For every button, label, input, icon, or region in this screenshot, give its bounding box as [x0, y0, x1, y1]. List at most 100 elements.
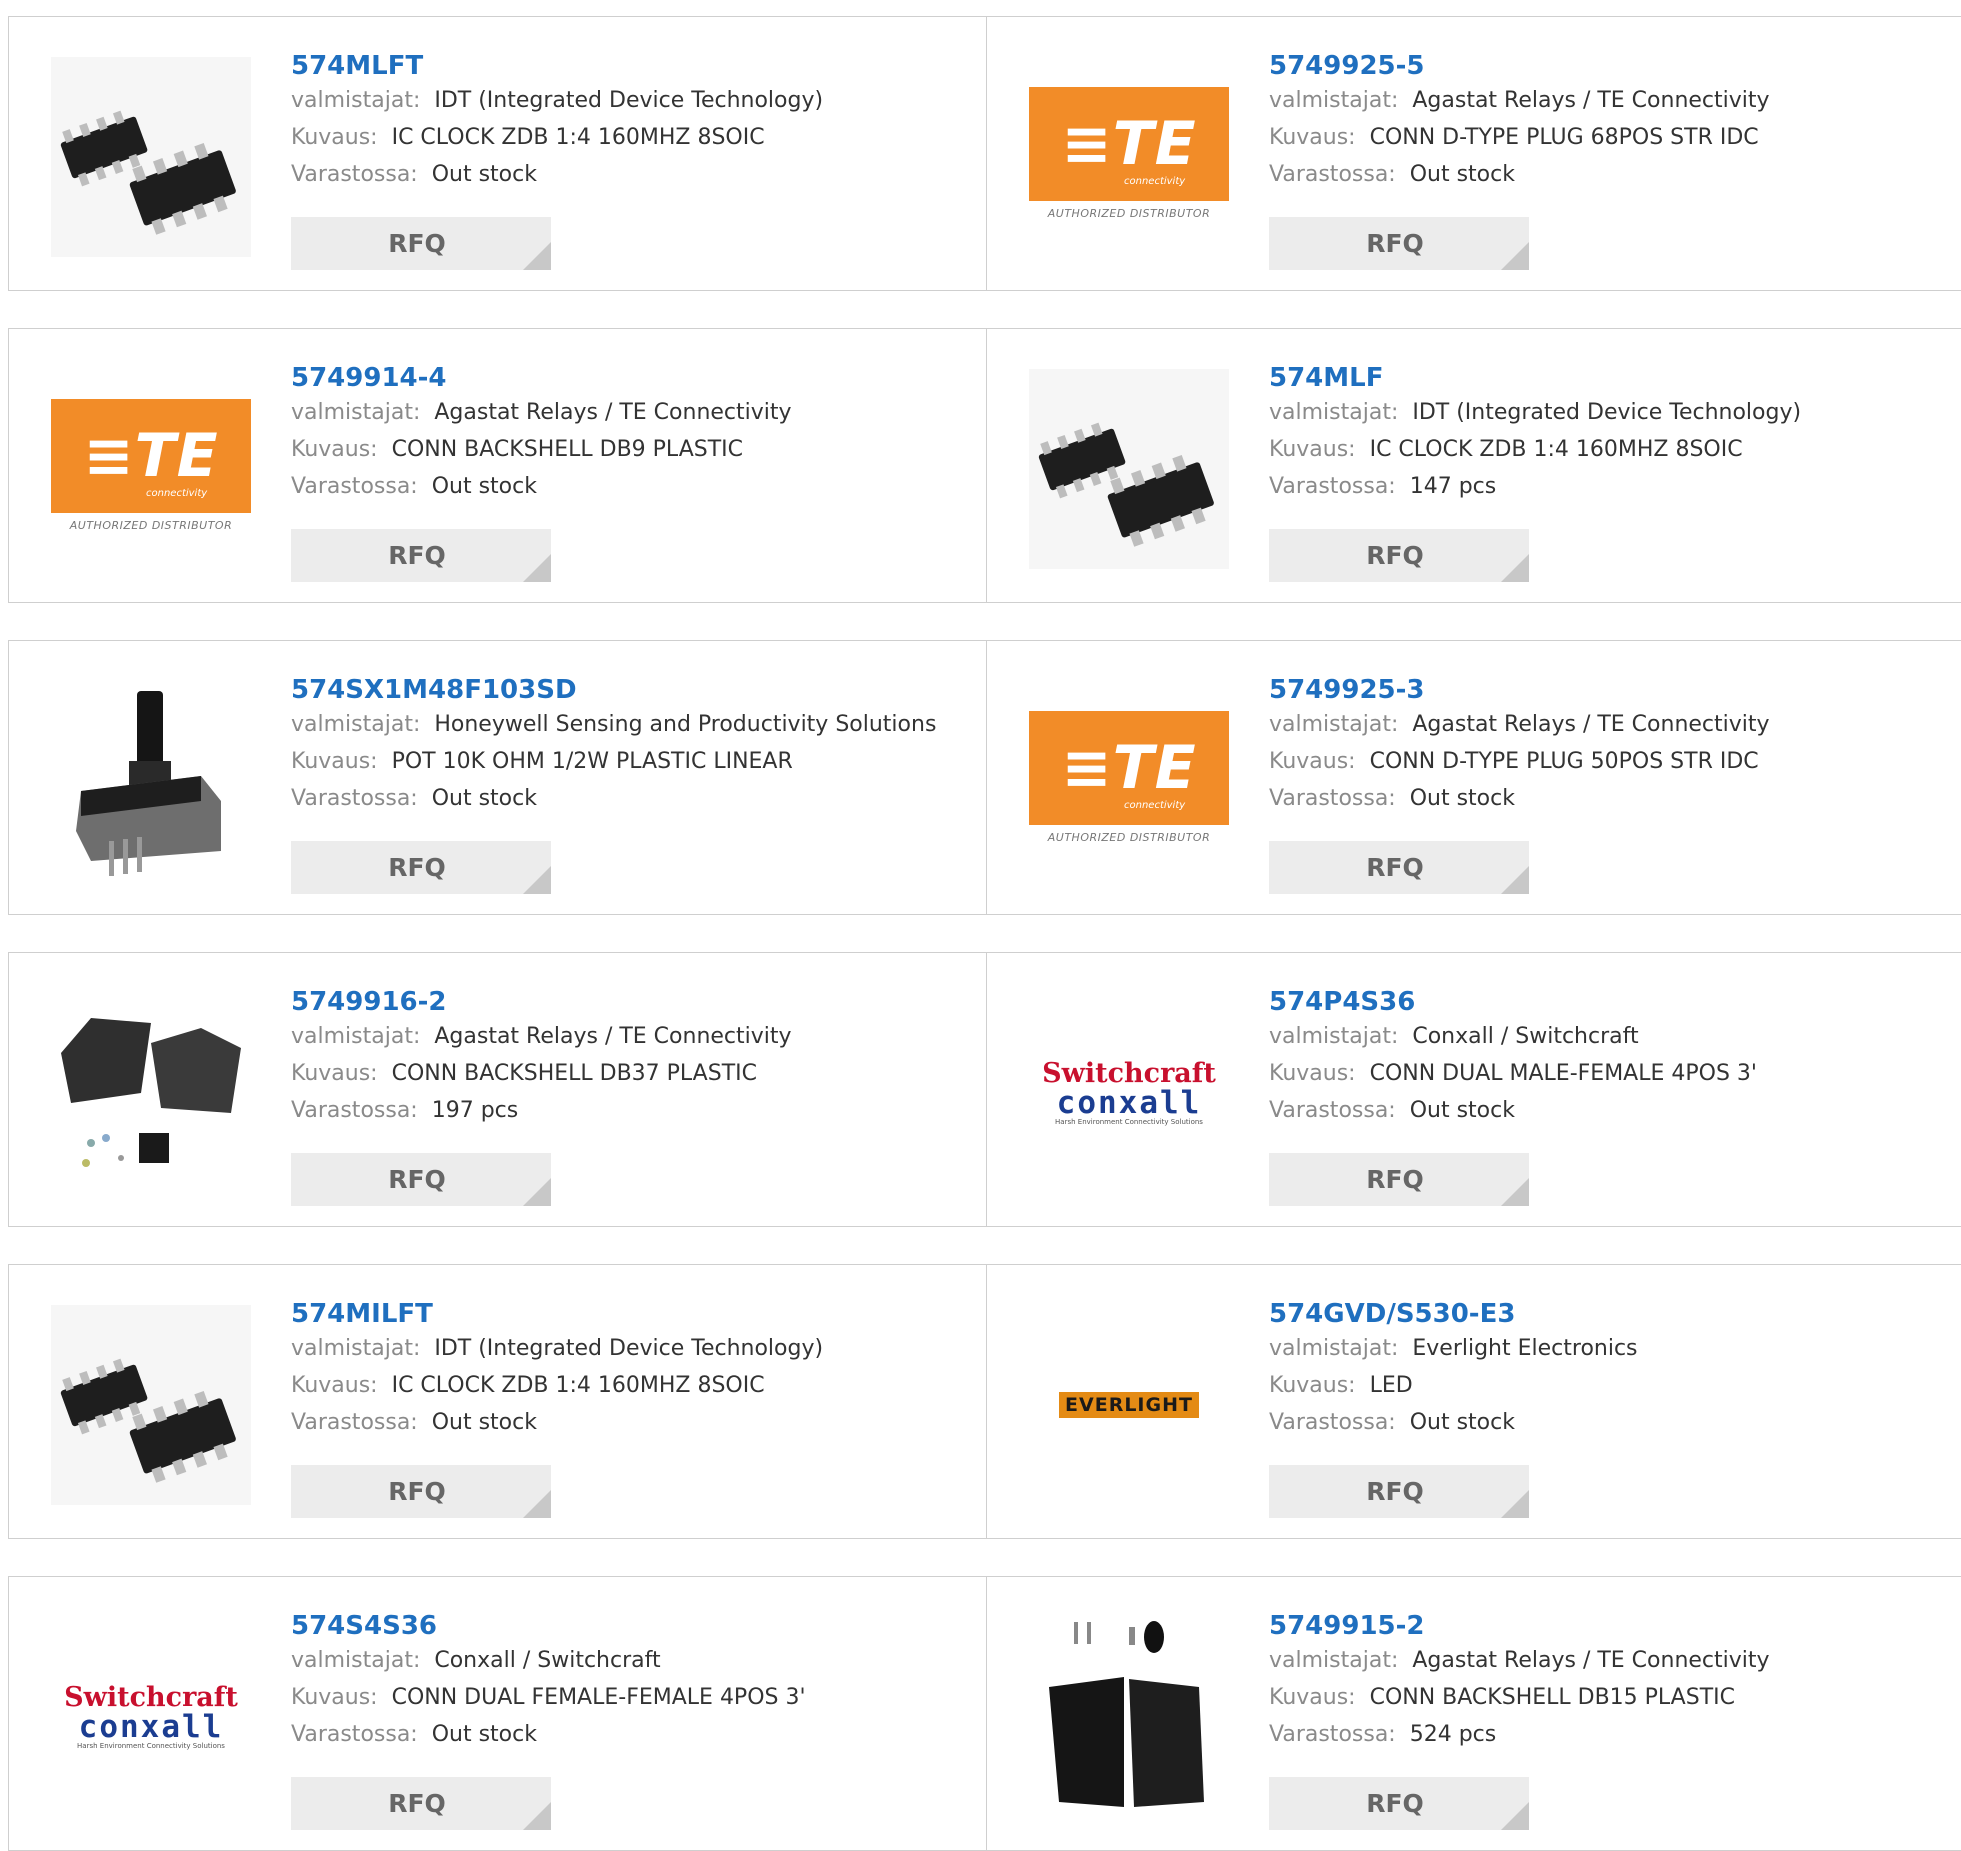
rfq-label: RFQ — [388, 1477, 446, 1506]
rfq-button[interactable]: RFQ — [1269, 1777, 1529, 1830]
corner-triangle-icon — [1501, 554, 1529, 582]
product-image[interactable]: EVERLIGHT — [1029, 1305, 1229, 1505]
stock-line: Varastossa: 197 pcs — [291, 1092, 976, 1129]
corner-triangle-icon — [1501, 1802, 1529, 1830]
product-row: 574MLFT valmistajat: IDT (Integrated Devi… — [8, 16, 1961, 291]
rfq-label: RFQ — [1366, 853, 1424, 882]
product-row: 574MILFT valmistajat: IDT (Integrated Dev… — [8, 1264, 1961, 1539]
manufacturer-value: Agastat Relays / TE Connectivity — [1412, 712, 1770, 737]
soic-chip-icon — [51, 1305, 251, 1505]
manufacturer-label: valmistajat: — [1269, 1648, 1399, 1673]
rfq-button[interactable]: RFQ — [1269, 529, 1529, 582]
product-image[interactable] — [1029, 369, 1229, 569]
manufacturer-line: valmistajat: Agastat Relays / TE Connecti… — [291, 394, 976, 431]
corner-triangle-icon — [523, 866, 551, 894]
manufacturer-label: valmistajat: — [291, 400, 421, 425]
product-info: 574MLFT valmistajat: IDT (Integrated Devi… — [291, 47, 976, 193]
stock-label: Varastossa: — [1269, 162, 1396, 187]
stock-line: Varastossa: Out stock — [291, 780, 976, 817]
part-number-link[interactable]: 5749914-4 — [291, 362, 447, 394]
manufacturer-line: valmistajat: IDT (Integrated Device Techn… — [291, 82, 976, 119]
soic-chip-icon — [1029, 369, 1229, 569]
rfq-button[interactable]: RFQ — [1269, 841, 1529, 894]
part-number-link[interactable]: 574GVD/S530-E3 — [1269, 1298, 1515, 1330]
description-value: CONN D-TYPE PLUG 68POS STR IDC — [1369, 125, 1759, 150]
manufacturer-value: Agastat Relays / TE Connectivity — [1412, 1648, 1770, 1673]
part-number-link[interactable]: 5749925-3 — [1269, 674, 1425, 706]
manufacturer-line: valmistajat: Conxall / Switchcraft — [291, 1642, 976, 1679]
description-line: Kuvaus: IC CLOCK ZDB 1:4 160MHZ 8SOIC — [291, 1367, 976, 1404]
manufacturer-label: valmistajat: — [291, 712, 421, 737]
product-image[interactable] — [51, 993, 251, 1193]
product-card: ≡ TE connectivity AUTHORIZED DISTRIBUTOR 57… — [9, 329, 987, 602]
product-image[interactable] — [51, 57, 251, 257]
stock-label: Varastossa: — [1269, 1098, 1396, 1123]
description-label: Kuvaus: — [291, 1061, 378, 1086]
rfq-button[interactable]: RFQ — [291, 841, 551, 894]
rfq-button[interactable]: RFQ — [291, 529, 551, 582]
description-value: IC CLOCK ZDB 1:4 160MHZ 8SOIC — [391, 1373, 765, 1398]
part-number-link[interactable]: 574MLFT — [291, 50, 423, 82]
product-image[interactable] — [51, 1305, 251, 1505]
corner-triangle-icon — [1501, 1178, 1529, 1206]
product-card: Switchcraft conxall Harsh Environment Conn… — [9, 1577, 987, 1850]
part-number-link[interactable]: 5749915-2 — [1269, 1610, 1425, 1642]
part-number-link[interactable]: 5749925-5 — [1269, 50, 1425, 82]
manufacturer-line: valmistajat: Everlight Electronics — [1269, 1330, 1952, 1367]
rfq-label: RFQ — [1366, 1477, 1424, 1506]
stock-line: Varastossa: Out stock — [1269, 780, 1952, 817]
manufacturer-value: Honeywell Sensing and Productivity Solut… — [434, 712, 937, 737]
rfq-button[interactable]: RFQ — [1269, 1465, 1529, 1518]
rfq-button[interactable]: RFQ — [291, 1153, 551, 1206]
description-line: Kuvaus: CONN BACKSHELL DB9 PLASTIC — [291, 431, 976, 468]
part-number-link[interactable]: 574SX1M48F103SD — [291, 674, 577, 706]
description-value: CONN BACKSHELL DB9 PLASTIC — [391, 437, 743, 462]
description-value: LED — [1369, 1373, 1413, 1398]
rfq-button[interactable]: RFQ — [1269, 217, 1529, 270]
product-image[interactable]: ≡ TE connectivity AUTHORIZED DISTRIBUTOR — [51, 369, 251, 569]
product-image[interactable]: Switchcraft conxall Harsh Environment Conn… — [51, 1617, 251, 1817]
stock-label: Varastossa: — [291, 474, 418, 499]
rfq-button[interactable]: RFQ — [291, 1777, 551, 1830]
product-info: 5749916-2 valmistajat: Agastat Relays / T… — [291, 983, 976, 1129]
description-label: Kuvaus: — [1269, 1685, 1356, 1710]
rfq-button[interactable]: RFQ — [291, 1465, 551, 1518]
part-number-link[interactable]: 5749916-2 — [291, 986, 447, 1018]
description-label: Kuvaus: — [1269, 1061, 1356, 1086]
description-line: Kuvaus: CONN DUAL FEMALE-FEMALE 4POS 3' — [291, 1679, 976, 1716]
stock-label: Varastossa: — [291, 1098, 418, 1123]
product-image[interactable] — [1029, 1617, 1229, 1817]
stock-label: Varastossa: — [291, 1410, 418, 1435]
everlight-logo: EVERLIGHT — [1059, 1392, 1199, 1418]
switchcraft-conxall-logo: Switchcraft conxall Harsh Environment Conn… — [64, 1681, 238, 1750]
product-info: 574S4S36 valmistajat: Conxall / Switchcra… — [291, 1607, 976, 1753]
stock-line: Varastossa: 147 pcs — [1269, 468, 1952, 505]
part-number-link[interactable]: 574MLF — [1269, 362, 1383, 394]
product-image[interactable]: Switchcraft conxall Harsh Environment Conn… — [1029, 993, 1229, 1193]
part-number-link[interactable]: 574MILFT — [291, 1298, 433, 1330]
product-image[interactable] — [51, 681, 251, 881]
rfq-button[interactable]: RFQ — [1269, 1153, 1529, 1206]
product-row: 5749916-2 valmistajat: Agastat Relays / T… — [8, 952, 1961, 1227]
rfq-button[interactable]: RFQ — [291, 217, 551, 270]
manufacturer-line: valmistajat: IDT (Integrated Device Techn… — [1269, 394, 1952, 431]
description-line: Kuvaus: CONN DUAL MALE-FEMALE 4POS 3' — [1269, 1055, 1952, 1092]
rfq-label: RFQ — [1366, 1165, 1424, 1194]
product-image[interactable]: ≡ TE connectivity AUTHORIZED DISTRIBUTOR — [1029, 681, 1229, 881]
stock-value: 147 pcs — [1409, 474, 1497, 499]
manufacturer-value: Conxall / Switchcraft — [434, 1648, 661, 1673]
corner-triangle-icon — [1501, 1490, 1529, 1518]
description-value: IC CLOCK ZDB 1:4 160MHZ 8SOIC — [391, 125, 765, 150]
product-image[interactable]: ≡ TE connectivity AUTHORIZED DISTRIBUTOR — [1029, 57, 1229, 257]
part-number-link[interactable]: 574S4S36 — [291, 1610, 437, 1642]
description-label: Kuvaus: — [1269, 125, 1356, 150]
manufacturer-label: valmistajat: — [1269, 1024, 1399, 1049]
product-row: 574SX1M48F103SD valmistajat: Honeywell Se… — [8, 640, 1961, 915]
stock-value: Out stock — [1409, 162, 1515, 187]
description-line: Kuvaus: IC CLOCK ZDB 1:4 160MHZ 8SOIC — [1269, 431, 1952, 468]
corner-triangle-icon — [523, 1178, 551, 1206]
part-number-link[interactable]: 574P4S36 — [1269, 986, 1415, 1018]
stock-value: Out stock — [431, 786, 537, 811]
stock-label: Varastossa: — [1269, 1410, 1396, 1435]
product-info: 574P4S36 valmistajat: Conxall / Switchcra… — [1269, 983, 1952, 1129]
